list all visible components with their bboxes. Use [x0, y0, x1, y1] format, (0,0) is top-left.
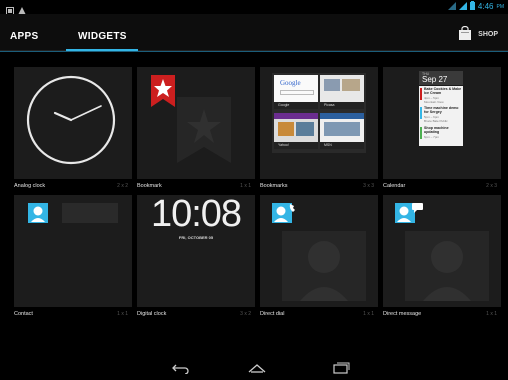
- widget-label: Digital clock: [137, 311, 167, 317]
- widget-span: 2 x 3: [486, 183, 497, 189]
- tab-bar-divider: [0, 51, 508, 52]
- thumb-photo: [278, 122, 294, 136]
- bookmark-thumb: MSN: [320, 113, 364, 149]
- thumb-label: Picasa: [320, 102, 364, 109]
- thumb-label: Yahoo!: [274, 142, 318, 149]
- event-location: Mountain View: [424, 100, 444, 104]
- thumb-header: [320, 113, 364, 119]
- tab-widgets[interactable]: WIDGETS: [78, 31, 127, 42]
- signal-icon: [458, 1, 467, 12]
- bookmark-thumb: Yahoo!: [274, 113, 318, 149]
- event-location: Bruce Bale Public: [424, 119, 448, 123]
- thumb-photo: [324, 79, 340, 91]
- navigation-bar: [0, 355, 508, 380]
- widget-span: 3 x 3: [363, 183, 374, 189]
- widget-label: Analog clock: [14, 183, 46, 189]
- recent-apps-icon: [333, 362, 350, 374]
- widget-label: Bookmark: [137, 183, 162, 189]
- widget-span: 2 x 2: [117, 183, 128, 189]
- clock-ampm: PM: [496, 3, 505, 10]
- event-title: Time machine demo for Sergey: [424, 106, 459, 114]
- widget-span: 1 x 1: [117, 311, 128, 317]
- event-color-bar: [420, 107, 422, 119]
- battery-icon: [469, 1, 475, 12]
- widget-span: 1 x 1: [240, 183, 251, 189]
- event-title: Bake Cookies & Make Ice Cream: [424, 87, 462, 95]
- widget-label: Direct dial: [260, 311, 285, 317]
- widget-label: Direct message: [383, 311, 422, 317]
- thumb-header: [274, 113, 318, 119]
- direct-message-background-icon: [405, 231, 489, 301]
- thumb-label: MSN: [320, 142, 364, 149]
- digital-clock-time: 10:08: [150, 193, 242, 235]
- thumb-photo: [342, 79, 360, 91]
- event-title: Shop machine updating: [424, 126, 449, 134]
- widget-span: 3 x 2: [240, 311, 251, 317]
- widget-preview: Google Google Picasa Yahoo! MSN: [260, 67, 378, 179]
- phone-icon: [288, 201, 300, 219]
- event-color-bar: [420, 88, 422, 100]
- widget-preview: [14, 195, 132, 307]
- widget-analog-clock[interactable]: Analog clock 2 x 2: [14, 67, 132, 193]
- home-button[interactable]: [247, 361, 267, 379]
- widget-calendar[interactable]: THU Sep 27 Bake Cookies & Make Ice Cream…: [383, 67, 501, 193]
- widget-label: Bookmarks: [260, 183, 288, 189]
- bookmark-thumb: Picasa: [320, 75, 364, 109]
- widget-preview: THU Sep 27 Bake Cookies & Make Ice Cream…: [383, 67, 501, 179]
- wifi-icon: [447, 1, 456, 12]
- home-icon: [248, 364, 266, 373]
- tab-apps[interactable]: APPS: [10, 31, 38, 42]
- digital-clock-date: FRI, OCTOBER 05: [178, 235, 214, 240]
- event-time: 6pm – 7pm: [424, 135, 440, 139]
- bookmarks-grid: Google Google Picasa Yahoo! MSN: [272, 73, 366, 153]
- calendar-events: Bake Cookies & Make Ice Cream 4pm – 5pm …: [419, 86, 463, 146]
- tab-bar: APPS WIDGETS SHOP: [0, 14, 508, 52]
- shopping-bag-icon: [458, 25, 472, 42]
- widget-preview: [383, 195, 501, 307]
- message-bubble-icon: [411, 201, 425, 219]
- widget-direct-message[interactable]: Direct message 1 x 1: [383, 195, 501, 321]
- recent-apps-button[interactable]: [331, 361, 351, 379]
- widget-contact[interactable]: Contact 1 x 1: [14, 195, 132, 321]
- clock-time: 4:46: [477, 2, 494, 11]
- thumb-photo: [296, 122, 314, 136]
- widget-preview: [137, 67, 255, 179]
- calendar-event: Time machine demo for Sergey 5pm – 6pm B…: [419, 106, 463, 124]
- contact-name-placeholder: [62, 203, 118, 223]
- bookmark-thumb: Google Google: [274, 75, 318, 109]
- calendar-date: Sep 27: [422, 75, 448, 84]
- widget-bookmark[interactable]: Bookmark 1 x 1: [137, 67, 255, 193]
- widget-span: 1 x 1: [486, 311, 497, 317]
- widget-span: 1 x 1: [363, 311, 374, 317]
- calendar-event: Bake Cookies & Make Ice Cream 4pm – 5pm …: [419, 87, 463, 105]
- direct-dial-background-icon: [282, 231, 366, 301]
- google-logo: Google: [280, 79, 301, 87]
- widget-direct-dial[interactable]: Direct dial 1 x 1: [260, 195, 378, 321]
- shop-label: SHOP: [478, 30, 498, 38]
- analog-clock-icon: [26, 75, 116, 165]
- shop-button[interactable]: SHOP: [458, 25, 498, 42]
- widget-preview: [260, 195, 378, 307]
- contact-avatar-icon: [28, 203, 48, 223]
- widget-preview: [14, 67, 132, 179]
- back-button[interactable]: [170, 361, 190, 379]
- back-arrow-icon: [172, 364, 189, 375]
- calendar-event: Shop machine updating 6pm – 7pm: [419, 126, 463, 144]
- widget-preview: 10:08 FRI, OCTOBER 05: [137, 193, 255, 307]
- status-bar: 4:46 PM: [0, 0, 508, 15]
- widget-label: Calendar: [383, 183, 406, 189]
- thumb-label: Google: [274, 102, 318, 109]
- search-box: [280, 90, 314, 95]
- bookmark-star-icon: [151, 75, 175, 107]
- widget-label: Contact: [14, 311, 33, 317]
- thumb-photo: [324, 122, 360, 136]
- event-color-bar: [420, 127, 422, 139]
- bookmark-background-icon: [177, 97, 231, 163]
- calendar-header: THU Sep 27: [419, 71, 463, 85]
- widget-bookmarks[interactable]: Google Google Picasa Yahoo! MSN Bookmark…: [260, 67, 378, 193]
- widget-digital-clock[interactable]: 10:08 FRI, OCTOBER 05 Digital clock 3 x …: [137, 193, 255, 321]
